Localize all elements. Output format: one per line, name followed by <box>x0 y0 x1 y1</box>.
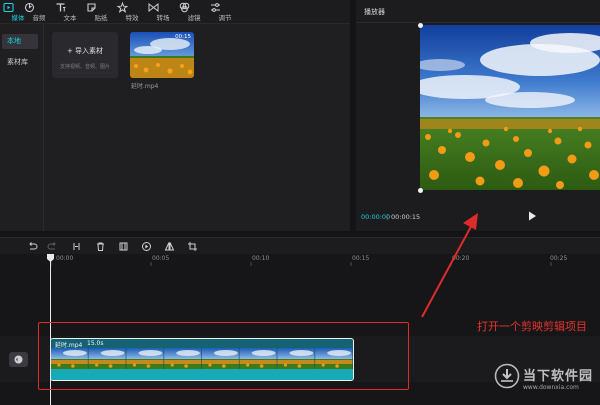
tool-transition[interactable]: 转场 <box>147 0 179 24</box>
tool-audio[interactable]: 音频 <box>23 0 55 24</box>
preview-resize-handle[interactable] <box>418 23 423 28</box>
highlight-box <box>38 322 409 390</box>
watermark-logo-icon <box>494 363 520 389</box>
play-icon[interactable] <box>527 210 537 222</box>
import-media-button[interactable]: + 导入素材 支持视频、音频、图片 <box>52 32 118 78</box>
timeline-ruler[interactable]: 00:00 00:05 00:10 00:15 00:20 00:25 <box>0 254 600 266</box>
watermark-url: www.downxia.com <box>523 384 579 391</box>
media-icon <box>3 2 14 13</box>
field-preview-image <box>420 25 600 190</box>
import-label: + 导入素材 <box>66 47 104 55</box>
watermark: 当下软件园 www.downxia.com <box>494 361 600 401</box>
track-header <box>0 336 36 382</box>
freeze-icon[interactable] <box>117 240 130 253</box>
speaker-icon <box>14 355 23 364</box>
audio-icon <box>24 2 35 13</box>
time-separator: | <box>386 213 389 221</box>
top-toolbar: 媒体 音频 文本 贴纸 特效 转场 滤镜 调节 <box>0 0 350 24</box>
media-item-duration: 00:15 <box>175 34 191 40</box>
nav-item-library[interactable]: 素材库 <box>2 55 38 70</box>
watermark-name: 当下软件园 <box>523 369 594 384</box>
player-title: 播放器 <box>364 8 385 16</box>
transition-icon <box>148 2 159 13</box>
sticker-icon <box>87 3 96 12</box>
timeline-toolbar <box>0 237 600 254</box>
annotation-arrow <box>421 213 478 318</box>
filter-icon <box>179 2 190 13</box>
tool-adjust[interactable]: 调节 <box>209 0 241 24</box>
nav-item-local[interactable]: 本地 <box>2 34 38 49</box>
media-panel: 本地 素材库 + 导入素材 支持视频、音频、图片 00:15 延时.mp4 <box>0 24 350 231</box>
tool-label: 转场 <box>156 14 170 22</box>
delete-icon[interactable] <box>94 240 107 253</box>
effects-icon <box>116 1 129 14</box>
video-preview[interactable] <box>420 25 600 190</box>
annotation-text: 打开一个剪映剪辑项目 <box>477 320 587 333</box>
media-nav: 本地 素材库 <box>0 24 44 231</box>
redo-icon[interactable] <box>46 240 59 253</box>
tool-filter[interactable]: 滤镜 <box>178 0 210 24</box>
tool-label: 滤镜 <box>187 14 201 22</box>
mirror-icon[interactable] <box>163 240 176 253</box>
tool-label: 特效 <box>125 14 139 22</box>
tool-label: 调节 <box>218 14 232 22</box>
tool-label: 音频 <box>32 14 46 22</box>
undo-icon[interactable] <box>26 240 39 253</box>
media-item-name: 延时.mp4 <box>131 83 159 90</box>
reverse-icon[interactable] <box>140 240 153 253</box>
divider <box>356 22 600 23</box>
player-panel: 播放器 00:00:00 | 00:00:15 <box>356 0 600 231</box>
media-item-thumbnail[interactable]: 00:15 <box>130 32 194 78</box>
split-icon[interactable] <box>70 240 83 253</box>
text-icon <box>56 3 66 12</box>
crop-icon[interactable] <box>186 240 199 253</box>
tool-text[interactable]: 文本 <box>54 0 86 24</box>
tool-label: 贴纸 <box>94 14 108 22</box>
import-hint: 支持视频、音频、图片 <box>59 64 110 70</box>
track-cover-button[interactable] <box>9 352 28 367</box>
playhead-handle[interactable] <box>47 254 54 262</box>
tool-label: 文本 <box>63 14 77 22</box>
adjust-icon <box>211 3 220 12</box>
tool-sticker[interactable]: 贴纸 <box>85 0 117 24</box>
tool-effects[interactable]: 特效 <box>116 0 148 24</box>
preview-resize-handle[interactable] <box>418 188 423 193</box>
ruler-ticks <box>50 262 552 266</box>
